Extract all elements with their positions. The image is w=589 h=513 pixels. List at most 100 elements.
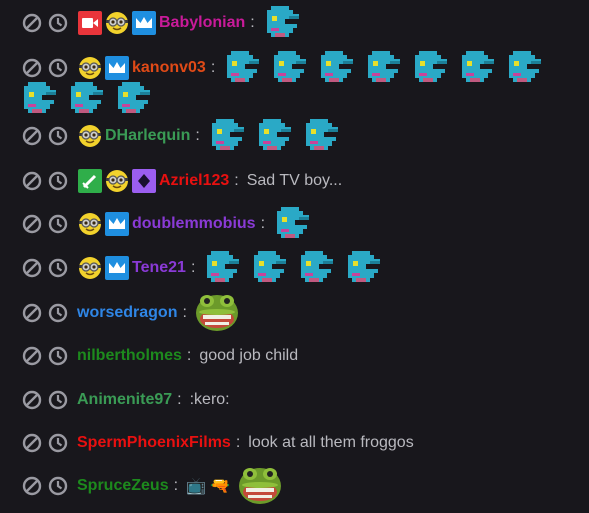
badge-list: [78, 124, 105, 148]
username[interactable]: SpermPhoenixFilms: [77, 434, 231, 452]
dino-emote: [114, 82, 151, 116]
chat-message: kanonv03:: [22, 45, 579, 119]
chat-line: SpruceZeus: 📺 🔫: [22, 463, 579, 509]
ban-icon[interactable]: [22, 126, 42, 146]
ban-icon[interactable]: [22, 476, 42, 496]
ban-icon[interactable]: [22, 171, 42, 191]
timeout-icon[interactable]: [48, 214, 68, 234]
timeout-icon[interactable]: [48, 126, 68, 146]
crown-badge[interactable]: [105, 256, 129, 280]
message-separator: :: [173, 477, 179, 494]
chat-line: Animenite97: :kero:: [22, 377, 579, 423]
message-separator: :: [260, 215, 266, 232]
message-text: 📺 🔫: [186, 478, 231, 495]
minion-badge[interactable]: [78, 56, 102, 80]
chat-message: Babylonian:: [22, 0, 579, 46]
sword-badge[interactable]: [78, 169, 102, 193]
chat-message: Tene21:: [22, 245, 579, 291]
chat-line: Babylonian:: [22, 0, 579, 46]
diamond-badge[interactable]: [132, 169, 156, 193]
chat-line: DHarlequin:: [22, 113, 579, 159]
badge-list: [78, 212, 132, 236]
username[interactable]: Animenite97: [77, 391, 172, 409]
message-separator: :: [186, 347, 192, 364]
username[interactable]: DHarlequin: [105, 127, 190, 145]
ban-icon[interactable]: [22, 433, 42, 453]
username[interactable]: doublemmobius: [132, 215, 256, 233]
username[interactable]: kanonv03: [132, 59, 206, 77]
timeout-icon[interactable]: [48, 346, 68, 366]
message-separator: :: [190, 259, 196, 276]
username[interactable]: Azriel123: [159, 172, 229, 190]
crown-badge[interactable]: [132, 11, 156, 35]
dino-emote: [67, 82, 104, 116]
minion-badge[interactable]: [78, 256, 102, 280]
message-text: Sad TV boy...: [246, 172, 343, 189]
crown-badge[interactable]: [105, 56, 129, 80]
chat-message: Animenite97: :kero:: [22, 377, 579, 423]
ban-icon[interactable]: [22, 258, 42, 278]
message-separator: :: [234, 172, 239, 189]
message-text: good job child: [199, 347, 299, 364]
timeout-icon[interactable]: [48, 390, 68, 410]
minion-badge[interactable]: [105, 11, 129, 35]
dino-emote: [250, 251, 287, 285]
chat-line: nilbertholmes: good job child: [22, 333, 579, 379]
ban-icon[interactable]: [22, 346, 42, 366]
timeout-icon[interactable]: [48, 13, 68, 33]
dino-emote: [208, 119, 245, 153]
minion-badge[interactable]: [78, 124, 102, 148]
chat-message: doublemmobius:: [22, 201, 579, 247]
timeout-icon[interactable]: [48, 476, 68, 496]
chat-line: SpermPhoenixFilms: look at all them frogg…: [22, 420, 579, 466]
message-separator: :: [250, 14, 255, 31]
username[interactable]: worsedragon: [77, 304, 177, 322]
badge-list: [78, 256, 132, 280]
dino-emote: [302, 119, 339, 153]
chat-message: SpermPhoenixFilms: look at all them frogg…: [22, 420, 579, 466]
message-text: look at all them froggos: [248, 434, 414, 451]
chat-message: worsedragon:: [22, 290, 579, 336]
message-separator: :: [210, 59, 216, 76]
dino-emote: [20, 82, 57, 116]
message-text: :kero:: [189, 391, 230, 408]
message-separator: :: [177, 391, 182, 408]
dino-emote: [344, 251, 381, 285]
chat-message: nilbertholmes: good job child: [22, 333, 579, 379]
chat-message: DHarlequin:: [22, 113, 579, 159]
ban-icon[interactable]: [22, 214, 42, 234]
username[interactable]: Tene21: [132, 259, 186, 277]
dino-emote: [263, 6, 300, 40]
minion-badge[interactable]: [78, 212, 102, 236]
ban-icon[interactable]: [22, 13, 42, 33]
message-separator: :: [182, 304, 187, 321]
chat-panel: Babylonian: kanonv03: DHarlequin: Azriel123…: [0, 0, 589, 513]
badge-list: [78, 11, 159, 35]
ban-icon[interactable]: [22, 303, 42, 323]
timeout-icon[interactable]: [48, 171, 68, 191]
dino-emote: [273, 207, 310, 241]
message-separator: :: [195, 127, 200, 144]
video-badge[interactable]: [78, 11, 102, 35]
dino-emote: [203, 251, 240, 285]
ban-icon[interactable]: [22, 390, 42, 410]
crown-badge[interactable]: [105, 212, 129, 236]
message-separator: :: [235, 434, 241, 451]
timeout-icon[interactable]: [48, 258, 68, 278]
timeout-icon[interactable]: [48, 58, 68, 78]
dino-emote: [297, 251, 334, 285]
chat-line: worsedragon:: [22, 290, 579, 336]
timeout-icon[interactable]: [48, 433, 68, 453]
chat-message: Azriel123: Sad TV boy...: [22, 158, 579, 204]
frog-emote: [195, 293, 239, 333]
timeout-icon[interactable]: [48, 303, 68, 323]
ban-icon[interactable]: [22, 58, 42, 78]
username[interactable]: Babylonian: [159, 14, 245, 32]
chat-line: Azriel123: Sad TV boy...: [22, 158, 579, 204]
username[interactable]: SpruceZeus: [77, 477, 169, 495]
minion-badge[interactable]: [105, 169, 129, 193]
badge-list: [78, 169, 159, 193]
frog-emote: [238, 466, 282, 506]
chat-message: SpruceZeus: 📺 🔫: [22, 463, 579, 509]
username[interactable]: nilbertholmes: [77, 347, 182, 365]
